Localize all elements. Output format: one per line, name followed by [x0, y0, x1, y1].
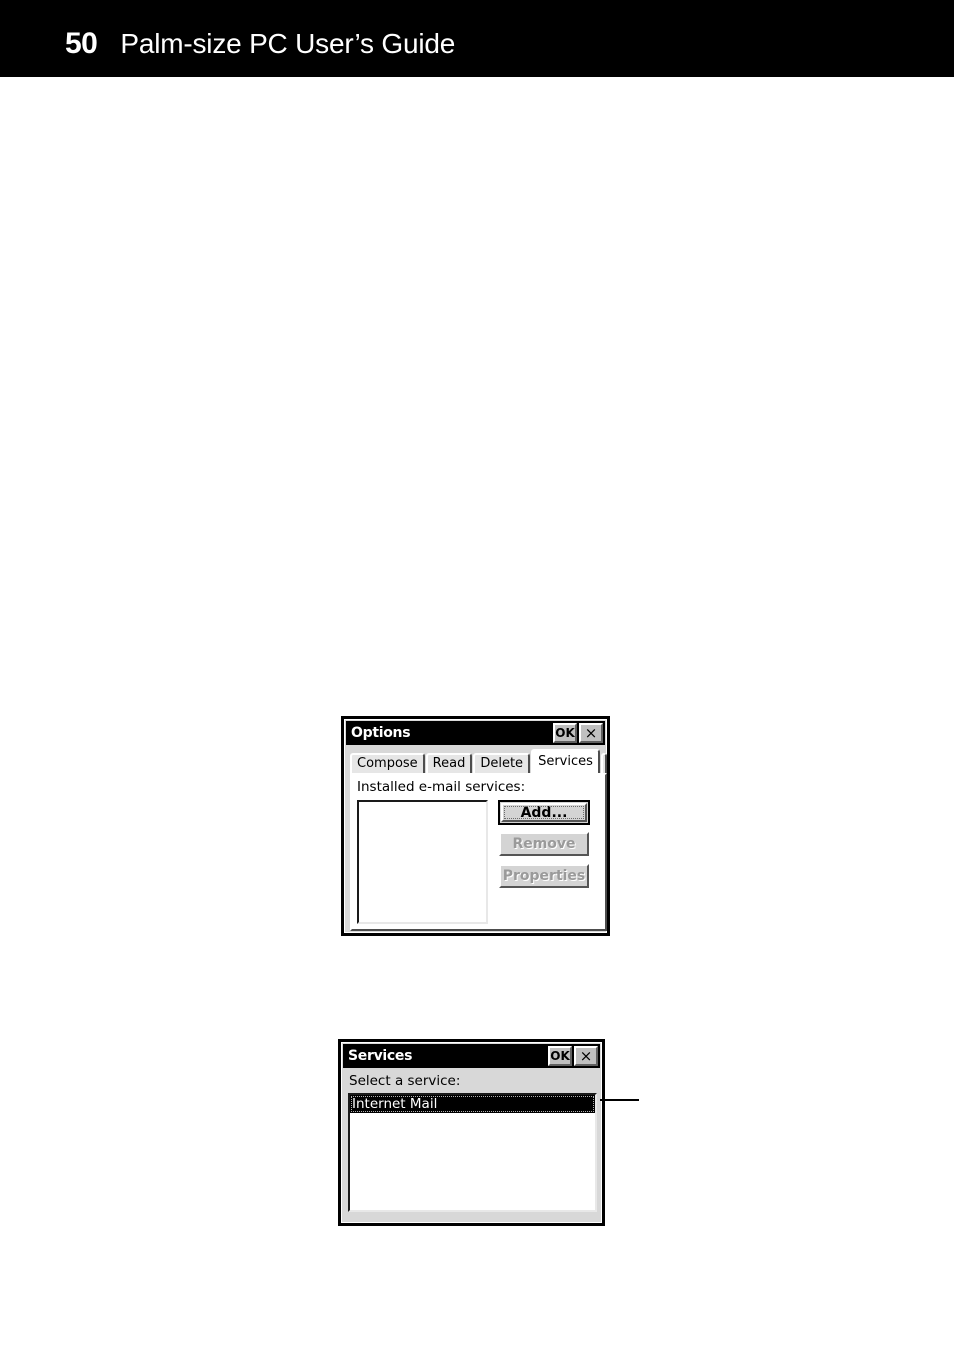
tab-read-label: Read	[432, 756, 466, 771]
tab-delete-label: Delete	[480, 756, 524, 771]
list-item[interactable]: Internet Mail	[350, 1095, 595, 1113]
callout-leader-line	[600, 1099, 639, 1101]
options-dialog-titlebar: Options OK ×	[346, 721, 605, 745]
remove-button-label: Remove	[512, 836, 576, 852]
installed-services-listbox[interactable]	[357, 800, 488, 924]
add-button[interactable]: Add...	[498, 800, 590, 825]
services-dialog-titlebar: Services OK ×	[343, 1044, 600, 1068]
options-tabstrip: Compose Read Delete Services	[350, 749, 608, 773]
properties-button-label: Properties	[502, 868, 586, 884]
options-ok-button[interactable]: OK	[553, 723, 577, 743]
options-dialog: Options OK × Compose Read Delete Service…	[341, 716, 610, 936]
properties-button[interactable]: Properties	[499, 864, 589, 888]
services-ok-button[interactable]: OK	[548, 1046, 572, 1066]
page-number: 50	[65, 27, 98, 60]
tab-compose[interactable]: Compose	[350, 753, 425, 773]
options-close-icon[interactable]: ×	[579, 723, 603, 743]
options-dialog-title: Options	[351, 725, 411, 741]
add-button-label: Add...	[520, 804, 568, 821]
remove-button[interactable]: Remove	[499, 832, 589, 856]
tab-compose-label: Compose	[357, 756, 418, 771]
services-dialog: Services OK × Select a service: Internet…	[338, 1039, 605, 1226]
installed-services-label: Installed e-mail services:	[357, 779, 526, 795]
services-listbox[interactable]: Internet Mail	[348, 1093, 597, 1212]
tab-read[interactable]: Read	[425, 753, 473, 773]
tab-delete[interactable]: Delete	[473, 753, 531, 773]
tab-services-label: Services	[538, 754, 593, 769]
select-a-service-label: Select a service:	[349, 1073, 461, 1089]
tab-services[interactable]: Services	[531, 749, 600, 773]
page-header-content: 50 Palm-size PC User’s Guide	[65, 27, 455, 61]
tabstrip-filler	[600, 753, 607, 773]
page-title: Palm-size PC User’s Guide	[120, 28, 456, 59]
services-tab-panel: Installed e-mail services: Add... Remove…	[350, 773, 607, 931]
services-close-icon[interactable]: ×	[574, 1046, 598, 1066]
services-dialog-title: Services	[348, 1048, 413, 1064]
page-header-band: 50 Palm-size PC User’s Guide	[0, 0, 954, 77]
